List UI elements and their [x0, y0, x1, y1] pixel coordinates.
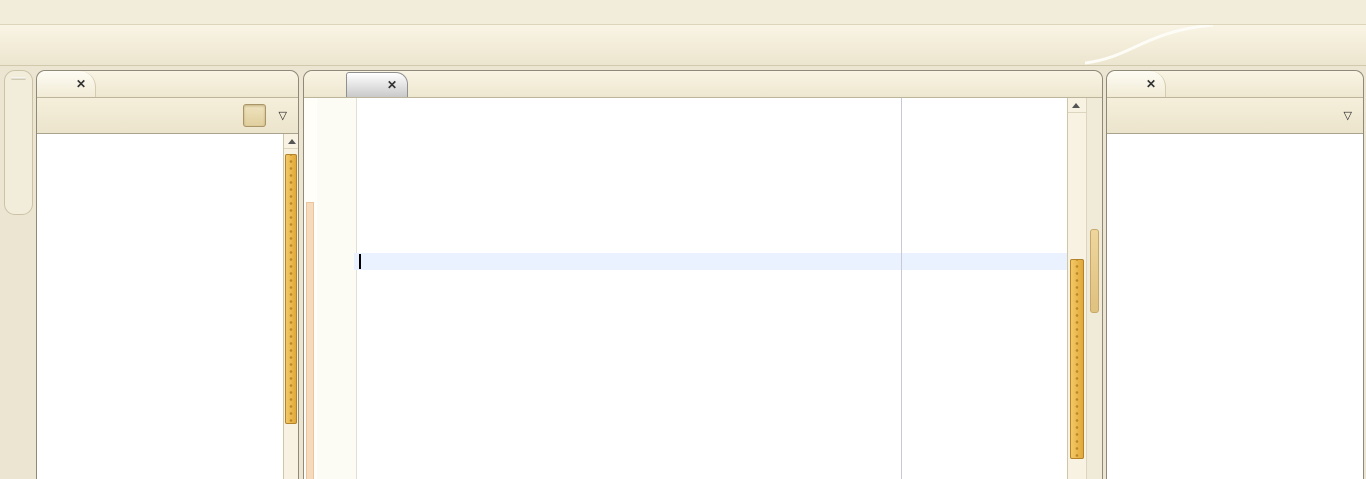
eclipse-window: ✕ ▽ [0, 0, 1366, 479]
editor-area: ✕ [303, 70, 1103, 479]
new-perspective-icon [1219, 35, 1236, 52]
minimize-icon[interactable] [1319, 78, 1332, 91]
collapse-all-button[interactable] [207, 104, 230, 127]
maximize-icon[interactable] [276, 78, 289, 91]
show-public-icon [1275, 107, 1292, 124]
members-panel: ✕ ▽ [1106, 70, 1364, 479]
open-perspective-button[interactable] [1216, 32, 1239, 55]
folding-ruler[interactable] [344, 98, 357, 479]
members-tab-strip: ✕ [1107, 71, 1363, 98]
print-margin-line [901, 98, 902, 479]
maximize-icon[interactable] [1341, 78, 1354, 91]
hide-static-icon [1239, 107, 1256, 124]
java-file-icon [357, 77, 374, 94]
collapse-all-icon [210, 107, 227, 124]
editor-content [304, 98, 1102, 479]
main-toolbar [0, 25, 1366, 66]
text-cursor [359, 254, 361, 269]
hide-local-types-button[interactable] [1308, 104, 1331, 127]
view-menu-button[interactable]: ▽ [279, 109, 287, 122]
overview-ruler[interactable] [1086, 98, 1102, 479]
editor-tab-strip: ✕ [304, 71, 1102, 98]
scrollbar-thumb[interactable] [285, 154, 297, 424]
minimize-icon[interactable] [1058, 78, 1071, 91]
tab-members[interactable]: ✕ [1107, 71, 1166, 97]
package-explorer-panel: ✕ ▽ [36, 70, 299, 479]
hide-fields-button[interactable] [1200, 104, 1223, 127]
package-explorer-toolbar: ▽ [37, 98, 298, 134]
line-number-ruler[interactable] [317, 98, 344, 479]
link-with-editor-button[interactable] [243, 104, 266, 127]
fast-view-bar [4, 70, 33, 215]
view-menu-button[interactable]: ▽ [1344, 109, 1352, 122]
java-perspective-icon[interactable] [10, 125, 27, 142]
minimize-icon[interactable] [254, 78, 267, 91]
editor-scrollbar[interactable] [1067, 98, 1086, 479]
hide-local-types-icon [1311, 107, 1328, 124]
restore-view-icon[interactable] [10, 94, 27, 111]
scroll-up-button[interactable] [284, 134, 298, 149]
menu-bar [0, 0, 1366, 25]
tab-someclass-java[interactable] [304, 72, 346, 97]
java-file-icon [314, 76, 331, 93]
code-editor[interactable] [357, 98, 1067, 479]
annotation-ruler[interactable] [304, 98, 316, 479]
hide-fields-icon [1203, 107, 1220, 124]
method-range-indicator [306, 202, 314, 479]
close-icon[interactable]: ✕ [76, 77, 86, 91]
package-explorer-tab-strip: ✕ [37, 71, 298, 98]
members-content [1107, 134, 1363, 479]
hide-static-members-button[interactable] [1236, 104, 1259, 127]
sort-button[interactable] [1164, 104, 1187, 127]
members-list [1107, 134, 1363, 138]
show-public-members-button[interactable] [1272, 104, 1295, 127]
scroll-up-button[interactable] [1068, 98, 1086, 113]
members-view-icon [1116, 76, 1133, 93]
link-with-editor-icon [246, 107, 263, 124]
tab-computer-java[interactable]: ✕ [346, 72, 408, 97]
sort-icon [1167, 107, 1184, 124]
maximize-icon[interactable] [1080, 78, 1093, 91]
package-explorer-icon [46, 76, 63, 93]
close-icon[interactable]: ✕ [387, 78, 397, 92]
members-toolbar: ▽ [1107, 98, 1363, 134]
close-icon[interactable]: ✕ [1146, 77, 1156, 91]
package-explorer-content [37, 134, 298, 479]
package-explorer-tree [37, 134, 298, 138]
overview-range-marker [1090, 229, 1099, 313]
tab-package-explorer[interactable]: ✕ [37, 71, 96, 97]
drag-handle[interactable] [11, 77, 26, 80]
package-explorer-scrollbar[interactable] [283, 134, 298, 479]
scrollbar-thumb[interactable] [1070, 259, 1084, 459]
